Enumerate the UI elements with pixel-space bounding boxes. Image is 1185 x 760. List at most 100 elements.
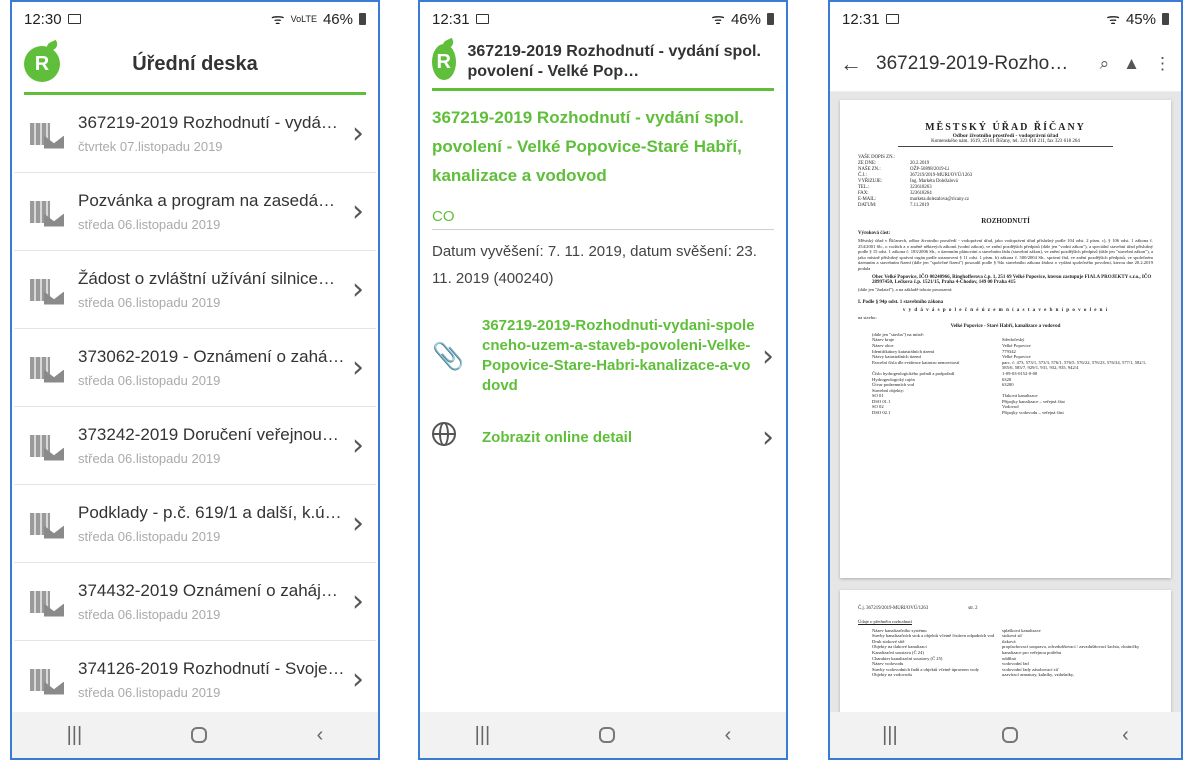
chevron-right-icon: › <box>352 116 364 151</box>
back-button[interactable]: ‹ <box>317 724 324 747</box>
wifi-signal-icon: ᯤ <box>1106 11 1120 28</box>
online-detail-link[interactable]: Zobrazit online detail <box>468 428 756 448</box>
chevron-right-icon: › <box>352 194 364 229</box>
list-item-title: 374126-2019 Rozhodnutí - Svoje… <box>78 659 345 678</box>
back-arrow-icon[interactable]: ← <box>840 51 862 77</box>
home-button[interactable] <box>1001 727 1018 743</box>
volte-label: VoLTE <box>290 14 317 24</box>
list-item-title: 374432-2019 Oznámení o zaháj… <box>78 581 338 600</box>
chevron-right-icon: › <box>762 420 774 455</box>
attachment-row[interactable]: 📎 367219-2019-Rozhodnuti-vydani-spolecne… <box>432 316 774 396</box>
list-item-text: 374432-2019 Oznámení o zaháj… středa 06.l… <box>78 581 346 622</box>
doc-office: MĚSTSKÝ ÚŘAD ŘÍČANY <box>925 122 1086 133</box>
list-item-date: středa 06.listopadu 2019 <box>78 373 221 388</box>
file-title: 367219-2019-Rozho… <box>876 52 1069 74</box>
app-header: R 367219-2019 Rozhodnutí - vydání spol. … <box>420 36 786 88</box>
image-notification-icon <box>67 14 81 24</box>
building-mail-icon <box>28 353 64 383</box>
page-title: Úřední deska <box>132 52 258 75</box>
pdf-page-1: MĚSTSKÝ ÚŘAD ŘÍČANY Odbor životního pros… <box>840 100 1171 578</box>
doc-field-label: Objekty na vodovodu <box>872 672 912 678</box>
list-item-text: 373062-2019 - Oznámení o zahá… středa 06.… <box>78 347 346 388</box>
doc-field-value: Přípojky vodovodu – veřejná část <box>1002 410 1064 416</box>
paperclip-icon: 📎 <box>432 340 465 371</box>
doc-field-label: DATUM: <box>858 203 877 208</box>
more-options-icon[interactable]: ⋮ <box>1154 54 1171 74</box>
list-item[interactable]: 373242-2019 Doručení veřejnou… středa 06.… <box>14 407 376 485</box>
attachment-link[interactable]: 367219-2019-Rozhodnuti-vydani-spolecneho… <box>468 316 756 396</box>
app-logo[interactable]: R <box>24 46 60 82</box>
app-header: R Úřední deska <box>12 36 378 92</box>
recent-apps-button[interactable]: ||| <box>475 724 491 747</box>
online-detail-row[interactable]: Zobrazit online detail › <box>432 420 774 455</box>
phone-notice-board-list: 12:30 ᯤ VoLTE 46% R Úřední deska 367219-20… <box>10 0 380 760</box>
home-button[interactable] <box>191 727 208 743</box>
list-item[interactable]: Podklady - p.č. 619/1 a další, k.ú… střed… <box>14 485 376 563</box>
building-mail-icon <box>28 197 64 227</box>
list-item-text: Podklady - p.č. 619/1 a další, k.ú… střed… <box>78 503 346 544</box>
list-item-text: 367219-2019 Rozhodnutí - vydá… čtvrtek 07… <box>78 113 346 154</box>
system-nav-bar: ||| ‹ <box>830 712 1181 758</box>
page-title: 367219-2019 Rozhodnutí - vydání spol. po… <box>467 43 761 80</box>
phone-pdf-viewer: 12:31 ᯤ 45% ← 367219-2019-Rozho… ⌕ ▲ ⋮ MĚ… <box>828 0 1183 760</box>
list-item-date: středa 06.listopadu 2019 <box>78 529 221 544</box>
applicant-tail: (dále jen "žadatel"), a na základě tohot… <box>858 286 953 292</box>
wifi-signal-icon: ᯤ <box>270 11 285 28</box>
doc-field-value: parc. č. 473, 573/1, 573/3, 576/1, 576/5… <box>1002 359 1147 371</box>
page2-label: Údaje o předmětu rozhodnutí <box>858 619 912 624</box>
recent-apps-button[interactable]: ||| <box>67 724 83 747</box>
list-item-text: Žádost o zvláštní užívání silnice… středa… <box>78 269 346 310</box>
recent-apps-button[interactable]: ||| <box>882 724 898 747</box>
status-bar: 12:31 ᯤ 45% <box>830 2 1181 36</box>
verdict-label: Výroková část: <box>858 231 891 236</box>
status-bar: 12:30 ᯤ VoLTE 46% <box>12 2 378 36</box>
chevron-right-icon: › <box>352 506 364 541</box>
list-item[interactable]: 374126-2019 Rozhodnutí - Svoje… středa 06… <box>14 641 376 719</box>
back-button[interactable]: ‹ <box>725 724 732 747</box>
building-mail-icon <box>28 431 64 461</box>
clock: 12:31 <box>842 10 880 28</box>
page2-number: str. 2 <box>968 606 978 611</box>
clock: 12:30 <box>24 10 62 28</box>
drive-add-icon[interactable]: ▲ <box>1123 54 1140 74</box>
doc-heading: ROZHODNUTÍ <box>981 217 1030 225</box>
doc-field-value: 7.11.2019 <box>910 203 930 208</box>
battery-percent: 45% <box>1125 10 1156 28</box>
document-title: 367219-2019 Rozhodnutí - vydání spol. po… <box>432 108 744 185</box>
chevron-right-icon: › <box>352 350 364 385</box>
list-item-text: Pozvánka a program na zasedá… středa 06.l… <box>78 191 346 232</box>
list-item-title: 373062-2019 - Oznámení o zahá… <box>78 347 345 366</box>
search-document-icon[interactable]: ⌕ <box>1100 54 1110 74</box>
list-item[interactable]: 373062-2019 - Oznámení o zahá… středa 06.… <box>14 329 376 407</box>
status-bar: 12:31 ᯤ 46% <box>420 2 786 36</box>
list-item[interactable]: 367219-2019 Rozhodnutí - vydá… čtvrtek 07… <box>14 95 376 173</box>
point-1: I. Podle § 94p odst. 1 stavebního zákona <box>858 300 944 306</box>
building-mail-icon <box>28 665 64 695</box>
back-button[interactable]: ‹ <box>1122 724 1129 747</box>
battery-icon <box>767 13 774 25</box>
phone-notice-detail: 12:31 ᯤ 46% R 367219-2019 Rozhodnutí - vy… <box>418 0 788 760</box>
list-item[interactable]: Žádost o zvláštní užívání silnice… středa… <box>14 251 376 329</box>
list-item-date: středa 06.listopadu 2019 <box>78 217 221 232</box>
chevron-right-icon: › <box>352 272 364 307</box>
list-item[interactable]: 374432-2019 Oznámení o zaháj… středa 06.l… <box>14 563 376 641</box>
doc-address: Komenského nám. 1619, 25101 Říčany, tel.… <box>898 139 1113 147</box>
pdf-pages[interactable]: MĚSTSKÝ ÚŘAD ŘÍČANY Odbor životního pros… <box>830 92 1181 712</box>
app-logo[interactable]: R <box>432 44 456 80</box>
clock: 12:31 <box>432 10 470 28</box>
battery-icon <box>359 13 366 25</box>
point-1-sub: v y d á v á s p o l e č n é ú z e m n í … <box>902 308 1109 314</box>
battery-percent: 46% <box>322 10 353 28</box>
list-item-title: Žádost o zvláštní užívání silnice… <box>78 269 336 288</box>
notice-list: 367219-2019 Rozhodnutí - vydá… čtvrtek 07… <box>12 95 378 719</box>
list-item-date: středa 06.listopadu 2019 <box>78 451 221 466</box>
page2-ref: Č.j. 367219/2019-MURI/OVÚ/1263 <box>858 606 929 611</box>
home-button[interactable] <box>599 727 616 743</box>
building-mail-icon <box>28 275 64 305</box>
page2-grid: Název kanalizačního systému splašková kan… <box>858 628 1153 678</box>
list-item-title: 367219-2019 Rozhodnutí - vydá… <box>78 113 338 132</box>
image-notification-icon <box>885 14 899 24</box>
stavba-name: Velké Popovice - Staré Habří, kanalizace… <box>950 323 1061 329</box>
list-item-date: středa 06.listopadu 2019 <box>78 295 221 310</box>
list-item[interactable]: Pozvánka a program na zasedá… středa 06.l… <box>14 173 376 251</box>
